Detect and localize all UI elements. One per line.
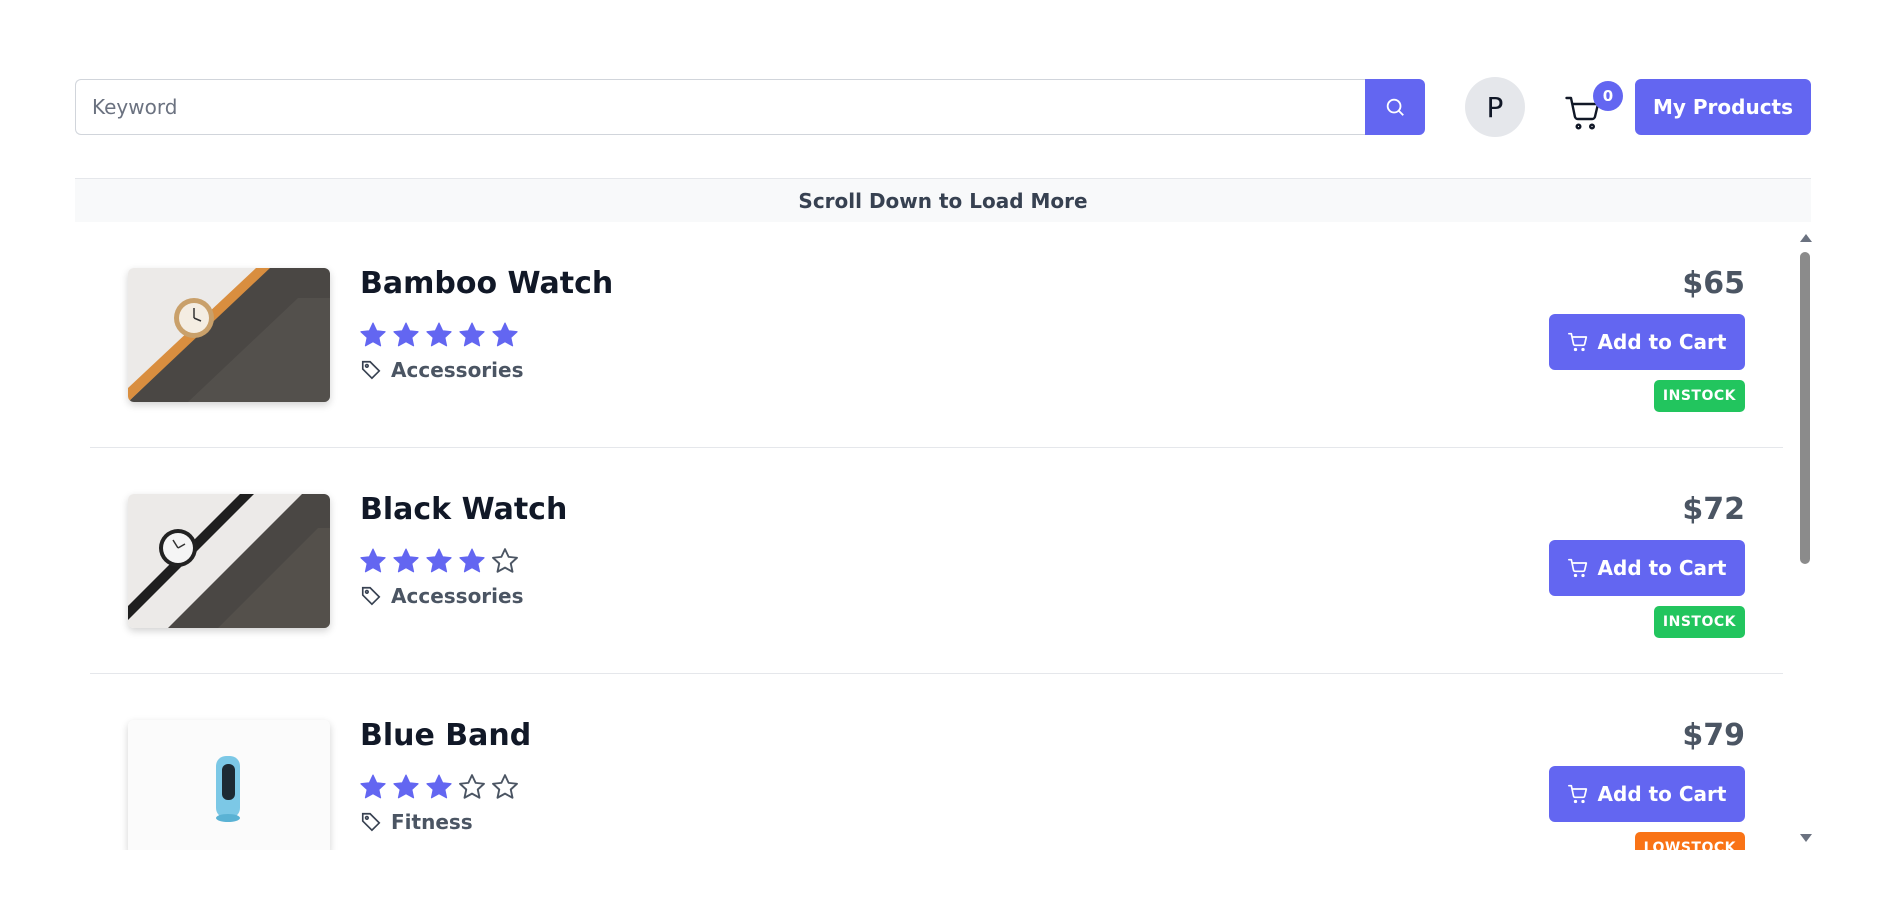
cart-icon — [1567, 558, 1587, 578]
search-group — [75, 79, 1425, 135]
product-category: Accessories — [360, 358, 524, 382]
avatar-initial: P — [1486, 90, 1504, 124]
product-image-bamboo-watch — [128, 268, 330, 402]
product-price: $72 — [1682, 492, 1745, 527]
product-category-label: Accessories — [391, 584, 524, 608]
scroll-down-arrow-icon[interactable] — [1800, 834, 1812, 842]
search-button[interactable] — [1365, 79, 1425, 135]
load-more-banner: Scroll Down to Load More — [75, 178, 1811, 222]
add-to-cart-label: Add to Cart — [1597, 330, 1727, 354]
product-price: $79 — [1682, 718, 1745, 753]
star-filled-icon[interactable] — [457, 546, 487, 576]
product-row: Bamboo Watch Accessories $65 Add to Cart… — [90, 222, 1783, 448]
scrollbar-thumb[interactable] — [1800, 252, 1810, 564]
star-filled-icon[interactable] — [424, 320, 454, 350]
avatar[interactable]: P — [1465, 77, 1525, 137]
stock-status-badge: INSTOCK — [1653, 606, 1745, 638]
product-category-label: Accessories — [391, 358, 524, 382]
product-category: Accessories — [360, 584, 524, 608]
my-products-button[interactable]: My Products — [1635, 79, 1811, 135]
search-input[interactable] — [75, 79, 1365, 135]
star-filled-icon[interactable] — [391, 546, 421, 576]
list-scrollbar[interactable] — [1798, 232, 1812, 844]
product-name[interactable]: Bamboo Watch — [360, 266, 613, 301]
rating-stars[interactable] — [358, 546, 520, 576]
product-list[interactable]: Bamboo Watch Accessories $65 Add to Cart… — [75, 222, 1811, 850]
star-empty-icon[interactable] — [490, 772, 520, 802]
tag-icon — [361, 812, 381, 832]
cart-icon — [1567, 784, 1587, 804]
cart-icon — [1567, 332, 1587, 352]
star-filled-icon[interactable] — [457, 320, 487, 350]
product-name[interactable]: Black Watch — [360, 492, 567, 527]
product-image-blue-band — [128, 720, 330, 850]
star-empty-icon[interactable] — [490, 546, 520, 576]
product-price: $65 — [1682, 266, 1745, 301]
stock-status-badge: LOWSTOCK — [1634, 832, 1745, 850]
star-empty-icon[interactable] — [457, 772, 487, 802]
rating-stars[interactable] — [358, 772, 520, 802]
add-to-cart-button[interactable]: Add to Cart — [1549, 540, 1745, 596]
product-category-label: Fitness — [391, 810, 473, 834]
star-filled-icon[interactable] — [391, 320, 421, 350]
add-to-cart-label: Add to Cart — [1597, 556, 1727, 580]
product-row: Black Watch Accessories $72 Add to Cart … — [90, 448, 1783, 674]
product-category: Fitness — [360, 810, 473, 834]
top-bar: P 0 My Products — [75, 77, 1811, 137]
star-filled-icon[interactable] — [358, 546, 388, 576]
search-icon — [1386, 98, 1404, 116]
add-to-cart-button[interactable]: Add to Cart — [1549, 314, 1745, 370]
add-to-cart-label: Add to Cart — [1597, 782, 1727, 806]
star-filled-icon[interactable] — [424, 546, 454, 576]
star-filled-icon[interactable] — [424, 772, 454, 802]
add-to-cart-button[interactable]: Add to Cart — [1549, 766, 1745, 822]
star-filled-icon[interactable] — [358, 772, 388, 802]
cart-count-badge: 0 — [1593, 81, 1623, 111]
tag-icon — [361, 360, 381, 380]
cart-button[interactable]: 0 — [1563, 81, 1623, 133]
rating-stars[interactable] — [358, 320, 520, 350]
scroll-up-arrow-icon[interactable] — [1800, 234, 1812, 242]
product-name[interactable]: Blue Band — [360, 718, 531, 753]
star-filled-icon[interactable] — [358, 320, 388, 350]
star-filled-icon[interactable] — [490, 320, 520, 350]
star-filled-icon[interactable] — [391, 772, 421, 802]
stock-status-badge: INSTOCK — [1653, 380, 1745, 412]
tag-icon — [361, 586, 381, 606]
product-image-black-watch — [128, 494, 330, 628]
product-row: Blue Band Fitness $79 Add to Cart LOWSTO… — [90, 674, 1783, 850]
